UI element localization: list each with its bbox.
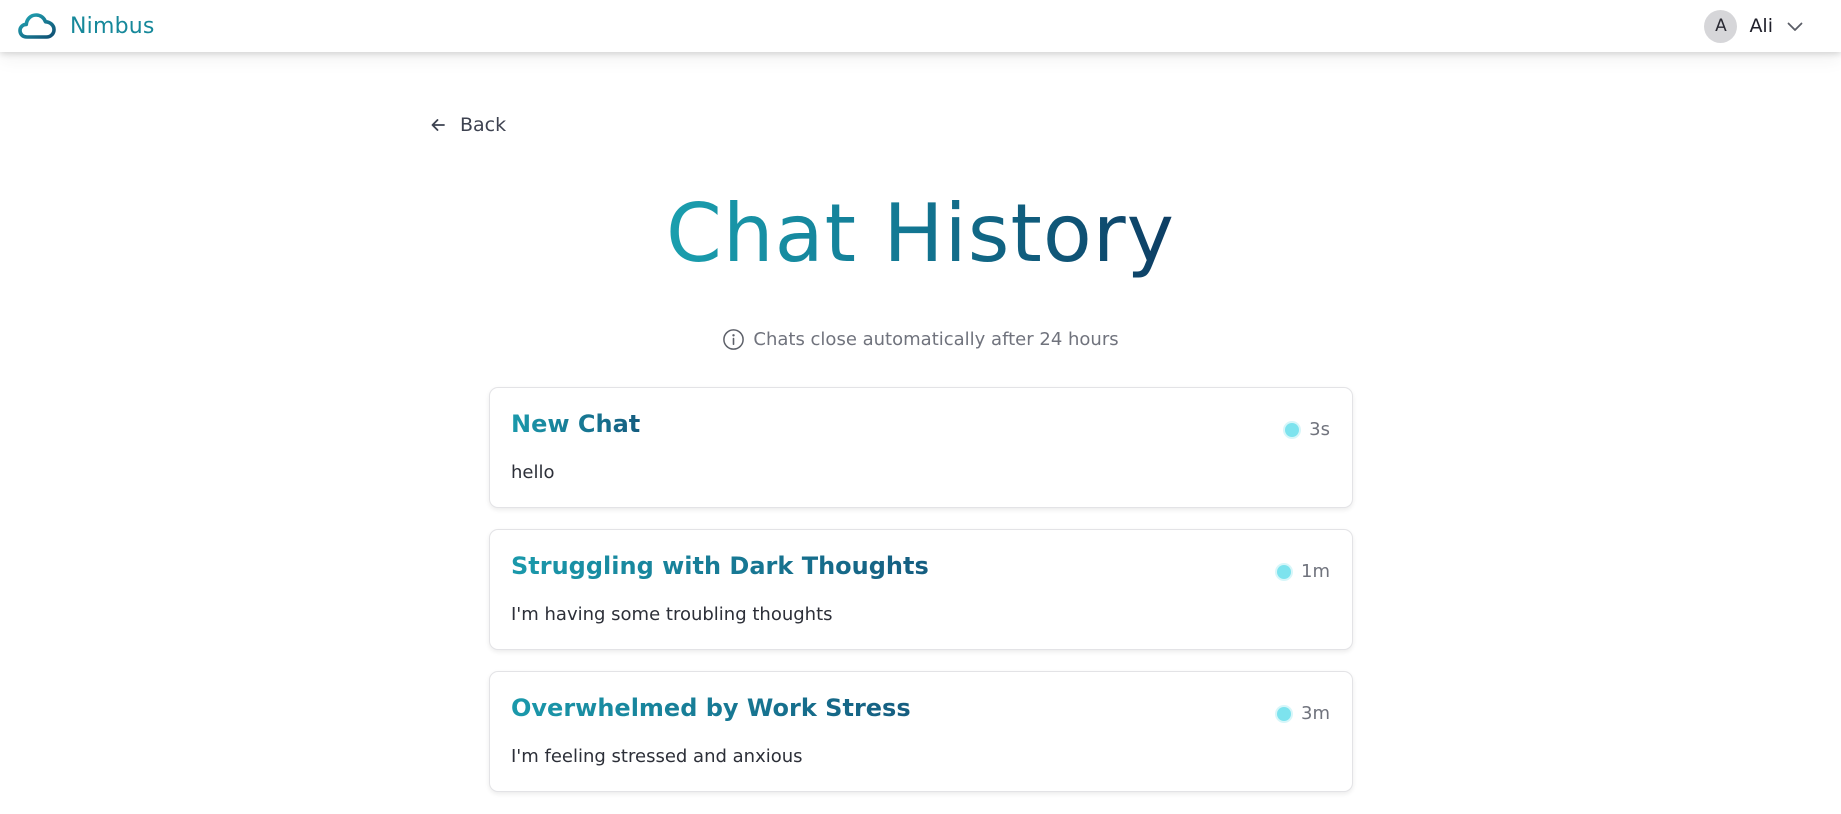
chat-time: 1m	[1301, 561, 1330, 582]
user-name: Ali	[1749, 15, 1773, 37]
chat-title: Struggling with Dark Thoughts	[511, 552, 929, 580]
chat-meta: 3s	[1285, 419, 1330, 440]
info-icon	[722, 328, 745, 351]
chat-preview: I'm feeling stressed and anxious	[511, 746, 803, 767]
chat-card[interactable]: New Chat 3s hello	[489, 387, 1353, 508]
cloud-icon	[18, 11, 56, 41]
chat-meta: 3m	[1277, 703, 1330, 724]
avatar: A	[1704, 9, 1738, 43]
back-label: Back	[460, 114, 507, 136]
auto-close-notice: Chats close automatically after 24 hours	[0, 328, 1841, 351]
active-status-dot	[1285, 422, 1300, 437]
chat-title: New Chat	[511, 410, 641, 438]
top-navbar: Nimbus A Ali	[0, 0, 1841, 52]
chat-meta: 1m	[1277, 561, 1330, 582]
chat-preview: hello	[511, 462, 555, 483]
brand-logo-link[interactable]: Nimbus	[18, 9, 155, 43]
chat-card[interactable]: Struggling with Dark Thoughts 1m I'm hav…	[489, 529, 1353, 650]
brand-name: Nimbus	[70, 13, 155, 39]
chevron-down-icon	[1787, 17, 1803, 36]
chat-list: New Chat 3s hello Struggling with Dark T…	[489, 387, 1353, 813]
chat-time: 3m	[1301, 703, 1330, 724]
notice-text: Chats close automatically after 24 hours	[753, 329, 1119, 350]
active-status-dot	[1277, 564, 1291, 579]
page-title-text: Chat History	[666, 187, 1175, 280]
chat-time: 3s	[1309, 419, 1330, 440]
back-button[interactable]: Back	[430, 114, 506, 136]
page-title: Chat History	[0, 186, 1841, 282]
chat-title: Overwhelmed by Work Stress	[511, 694, 911, 722]
active-status-dot	[1277, 706, 1291, 721]
chat-card[interactable]: Overwhelmed by Work Stress 3m I'm feelin…	[489, 671, 1353, 792]
user-menu[interactable]: A Ali	[1704, 9, 1803, 43]
chat-preview: I'm having some troubling thoughts	[511, 604, 833, 625]
arrow-left-icon	[430, 118, 446, 132]
